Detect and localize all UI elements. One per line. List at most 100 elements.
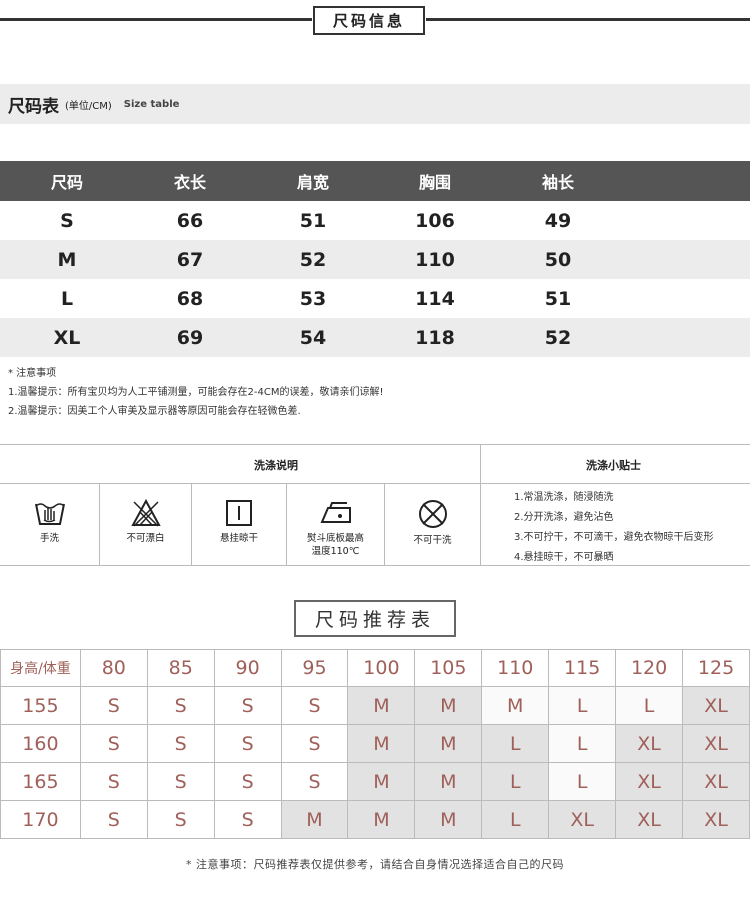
recommend-cell: S (280, 686, 349, 725)
hang-dry-icon (226, 500, 252, 526)
size-cell: XL (53, 326, 81, 349)
recommend-title: 尺码推荐表 (294, 600, 456, 637)
recommend-footnote: * 注意事项：尺码推荐表仅提供参考，请结合自身情况选择适合自己的尺码 (186, 858, 564, 871)
size-cell: 118 (415, 326, 455, 349)
size-table-unit: (单位/CM) (65, 100, 112, 112)
size-table-title-bar: 尺码表 (单位/CM) Size table (0, 84, 750, 124)
size-table-row: S 66 51 106 49 (0, 201, 750, 240)
recommend-cell: L (481, 724, 550, 763)
recommend-row: 165 S S S S M M L L XL XL (0, 762, 750, 801)
iron-label-line1: 熨斗底板最高 (306, 533, 364, 544)
wash-section: 洗涤说明 洗涤小贴士 手洗 不可漂白 悬挂晾干 熨斗底板最高 温度110℃ 不可… (0, 444, 750, 566)
size-cell: 67 (176, 248, 204, 271)
weight-header: 125 (682, 649, 750, 687)
weight-header: 90 (213, 649, 282, 687)
wash-icon-cell: 不可漂白 (100, 484, 192, 565)
recommend-cell: M (414, 800, 483, 839)
size-col-header: 胸围 (418, 173, 452, 192)
notes-title: * 注意事项 (8, 368, 57, 379)
recommend-row: 155 S S S S M M M L L XL (0, 686, 750, 725)
recommend-cell: M (347, 686, 416, 725)
recommend-cell: S (146, 762, 215, 801)
wash-icon-cell: 手洗 (0, 484, 100, 565)
wash-header: 洗涤说明 洗涤小贴士 (0, 444, 750, 484)
wash-tip: 3.不可拧干，不可滴干，避免衣物晾干后变形 (514, 532, 714, 543)
weight-header: 85 (146, 649, 215, 687)
wash-tip: 4.悬挂晾干，不可暴晒 (514, 552, 614, 563)
iron-label-line2: 温度110℃ (311, 546, 360, 557)
size-cell: 50 (544, 248, 572, 271)
recommend-corner: 身高/体重 (0, 649, 81, 687)
weight-header: 105 (414, 649, 483, 687)
recommend-row: 170 S S S M M M L XL XL XL (0, 800, 750, 839)
weight-header: 95 (280, 649, 349, 687)
recommend-cell: M (414, 724, 483, 763)
size-cell: M (57, 248, 77, 271)
size-cell: 53 (299, 287, 327, 310)
no-bleach-icon (130, 498, 161, 527)
wash-tips: 1.常温洗涤，随浸随洗 2.分开洗涤，避免沾色 3.不可拧干，不可滴干，避免衣物… (514, 488, 714, 568)
notes: * 注意事项 1.温馨提示：所有宝贝均为人工平铺测量，可能会存在2-4CM的误差… (8, 364, 384, 421)
size-cell: S (60, 209, 74, 232)
wash-tip: 1.常温洗涤，随浸随洗 (514, 492, 614, 503)
recommend-cell: S (79, 724, 148, 763)
wash-tips-title: 洗涤小贴士 (586, 459, 641, 472)
weight-header: 80 (79, 649, 148, 687)
recommend-cell: XL (682, 686, 750, 725)
size-cell: 54 (299, 326, 327, 349)
recommend-cell: M (347, 800, 416, 839)
height-header: 165 (0, 762, 81, 801)
recommend-header-row: 身高/体重 80 85 90 95 100 105 110 115 120 12… (0, 649, 750, 687)
size-cell: 114 (415, 287, 455, 310)
recommend-cell: M (481, 686, 550, 725)
recommend-cell: L (548, 762, 617, 801)
header-rule-right (426, 18, 750, 21)
wash-icon-label: 不可干洗 (413, 535, 452, 546)
recommend-cell: S (79, 800, 148, 839)
size-cell: 68 (176, 287, 204, 310)
recommend-cell: S (213, 762, 282, 801)
recommend-cell: S (79, 686, 148, 725)
recommend-cell: S (213, 724, 282, 763)
height-header: 160 (0, 724, 81, 763)
recommend-cell: L (548, 686, 617, 725)
recommend-cell: M (347, 762, 416, 801)
weight-header: 115 (548, 649, 617, 687)
height-header: 155 (0, 686, 81, 725)
size-table: 尺码 衣长 肩宽 胸围 袖长 S 66 51 106 49 M 67 52 11… (0, 161, 750, 357)
recommend-cell: L (615, 686, 684, 725)
recommend-cell: XL (682, 800, 750, 839)
notes-line: 1.温馨提示：所有宝贝均为人工平铺测量，可能会存在2-4CM的误差，敬请亲们谅解… (8, 387, 384, 398)
size-table-row: XL 69 54 118 52 (0, 318, 750, 357)
size-col-header: 尺码 (50, 173, 84, 192)
recommend-cell: L (548, 724, 617, 763)
recommend-cell: S (79, 762, 148, 801)
wash-icon-cell: 熨斗底板最高 温度110℃ (287, 484, 385, 565)
recommend-cell: XL (682, 762, 750, 801)
size-col-header: 袖长 (541, 173, 575, 192)
recommend-cell: M (414, 762, 483, 801)
recommend-cell: S (146, 724, 215, 763)
notes-line: 2.温馨提示：因美工个人审美及显示器等原因可能会存在轻微色差. (8, 406, 301, 417)
size-cell: L (60, 287, 74, 310)
size-cell: 52 (299, 248, 327, 271)
recommend-cell: XL (615, 800, 684, 839)
size-cell: 110 (415, 248, 455, 271)
recommend-cell: XL (682, 724, 750, 763)
size-cell: 66 (176, 209, 204, 232)
wash-icon-label: 熨斗底板最高 温度110℃ (307, 532, 364, 558)
size-cell: 49 (544, 209, 572, 232)
wash-icon-label: 手洗 (39, 533, 59, 544)
weight-header: 120 (615, 649, 684, 687)
weight-header: 100 (347, 649, 416, 687)
hand-wash-icon (34, 503, 65, 525)
recommend-cell: S (280, 724, 349, 763)
header-rule-left (0, 18, 312, 21)
recommend-cell: L (481, 762, 550, 801)
recommend-row: 160 S S S S M M L L XL XL (0, 724, 750, 763)
size-cell: 106 (415, 209, 455, 232)
wash-body: 手洗 不可漂白 悬挂晾干 熨斗底板最高 温度110℃ 不可干洗 1.常温洗涤，随… (0, 484, 750, 566)
recommend-cell: S (213, 686, 282, 725)
recommend-cell: M (280, 800, 349, 839)
recommend-cell: L (481, 800, 550, 839)
